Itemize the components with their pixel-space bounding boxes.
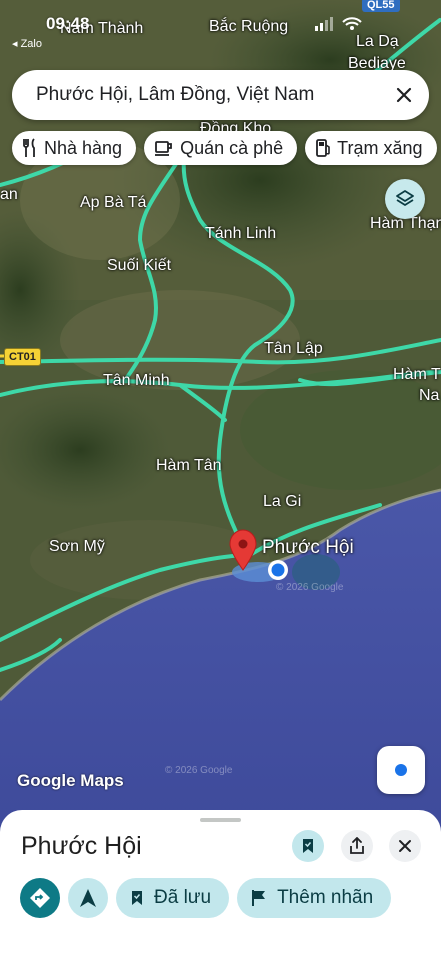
add-label-button[interactable]: Thêm nhãn <box>237 878 392 918</box>
add-label-text: Thêm nhãn <box>277 887 374 908</box>
close-sheet-button[interactable] <box>389 830 421 862</box>
close-icon <box>396 87 412 103</box>
road-badge-ql55: QL55 <box>362 0 400 12</box>
status-icons <box>315 16 375 35</box>
place-label[interactable]: Hàm Tân <box>156 457 222 475</box>
chip-label: Trạm xăng <box>337 137 423 158</box>
flag-icon <box>252 890 266 906</box>
clear-search-button[interactable] <box>379 70 429 120</box>
place-label[interactable]: Tánh Linh <box>205 225 276 243</box>
chip-gas-stations[interactable]: Trạm xăng <box>305 131 437 165</box>
place-label[interactable]: Suối Kiết <box>107 257 171 275</box>
place-label[interactable]: Sơn Mỹ <box>49 538 105 556</box>
google-maps-logo: Google Maps <box>17 771 124 790</box>
road-badge-ct01: CT01 <box>4 348 41 366</box>
place-label[interactable]: La Gi <box>263 493 301 511</box>
share-button[interactable] <box>341 830 373 862</box>
place-bottom-sheet[interactable]: Phước Hội Đã lưu Thêm nhãn <box>0 810 441 960</box>
coffee-icon <box>155 141 172 156</box>
map-layers-button[interactable] <box>385 179 425 219</box>
signal-wifi-icon <box>315 17 362 31</box>
search-bar[interactable]: Phước Hội, Lâm Đồng, Việt Nam <box>12 70 429 120</box>
drag-handle[interactable] <box>200 818 241 822</box>
share-icon <box>350 837 364 854</box>
back-to-app-link[interactable]: ◂ Zalo <box>12 37 42 50</box>
search-query[interactable]: Phước Hội, Lâm Đồng, Việt Nam <box>12 84 379 106</box>
chip-restaurants[interactable]: Nhà hàng <box>12 131 137 165</box>
place-label[interactable]: Bắc Ruộng <box>209 18 288 36</box>
selected-place-label[interactable]: Phước Hội <box>262 537 354 559</box>
place-label[interactable]: an <box>0 186 18 204</box>
my-location-icon <box>395 764 407 776</box>
saved-button[interactable]: Đã lưu <box>116 878 230 918</box>
place-label[interactable]: La Dạ <box>356 33 399 51</box>
directions-button[interactable] <box>20 878 60 918</box>
place-label[interactable]: Tân Minh <box>103 372 170 390</box>
bookmark-icon <box>132 891 142 905</box>
gas-station-icon <box>316 139 330 157</box>
place-label[interactable]: Tân Lập <box>264 340 323 358</box>
place-title: Phước Hội <box>21 832 142 860</box>
chip-cafes[interactable]: Quán cà phê <box>144 131 298 165</box>
chip-label: Quán cà phê <box>180 137 284 158</box>
status-time: 09:48 <box>46 14 90 33</box>
restaurant-icon <box>23 138 35 157</box>
bookmark-icon <box>303 839 313 853</box>
place-label[interactable]: Ap Bà Tá <box>80 194 146 212</box>
map-copyright: © 2026 Google <box>276 582 344 593</box>
layers-icon <box>396 190 414 206</box>
navigation-arrow-icon <box>80 889 96 907</box>
map-copyright: © 2026 Google <box>165 765 233 776</box>
category-chips: Nhà hàng Quán cà phê Trạm xăng <box>12 131 437 165</box>
saved-bookmark-button[interactable] <box>292 830 324 862</box>
close-icon <box>399 840 411 852</box>
place-actions: Đã lưu Thêm nhãn <box>20 878 392 918</box>
place-label[interactable]: Hàm T <box>393 366 441 384</box>
chip-label: Nhà hàng <box>44 137 123 158</box>
directions-icon <box>30 888 50 908</box>
saved-label: Đã lưu <box>154 887 212 908</box>
start-navigation-button[interactable] <box>68 878 108 918</box>
my-location-button[interactable] <box>377 746 425 794</box>
place-label[interactable]: Na <box>419 387 439 405</box>
